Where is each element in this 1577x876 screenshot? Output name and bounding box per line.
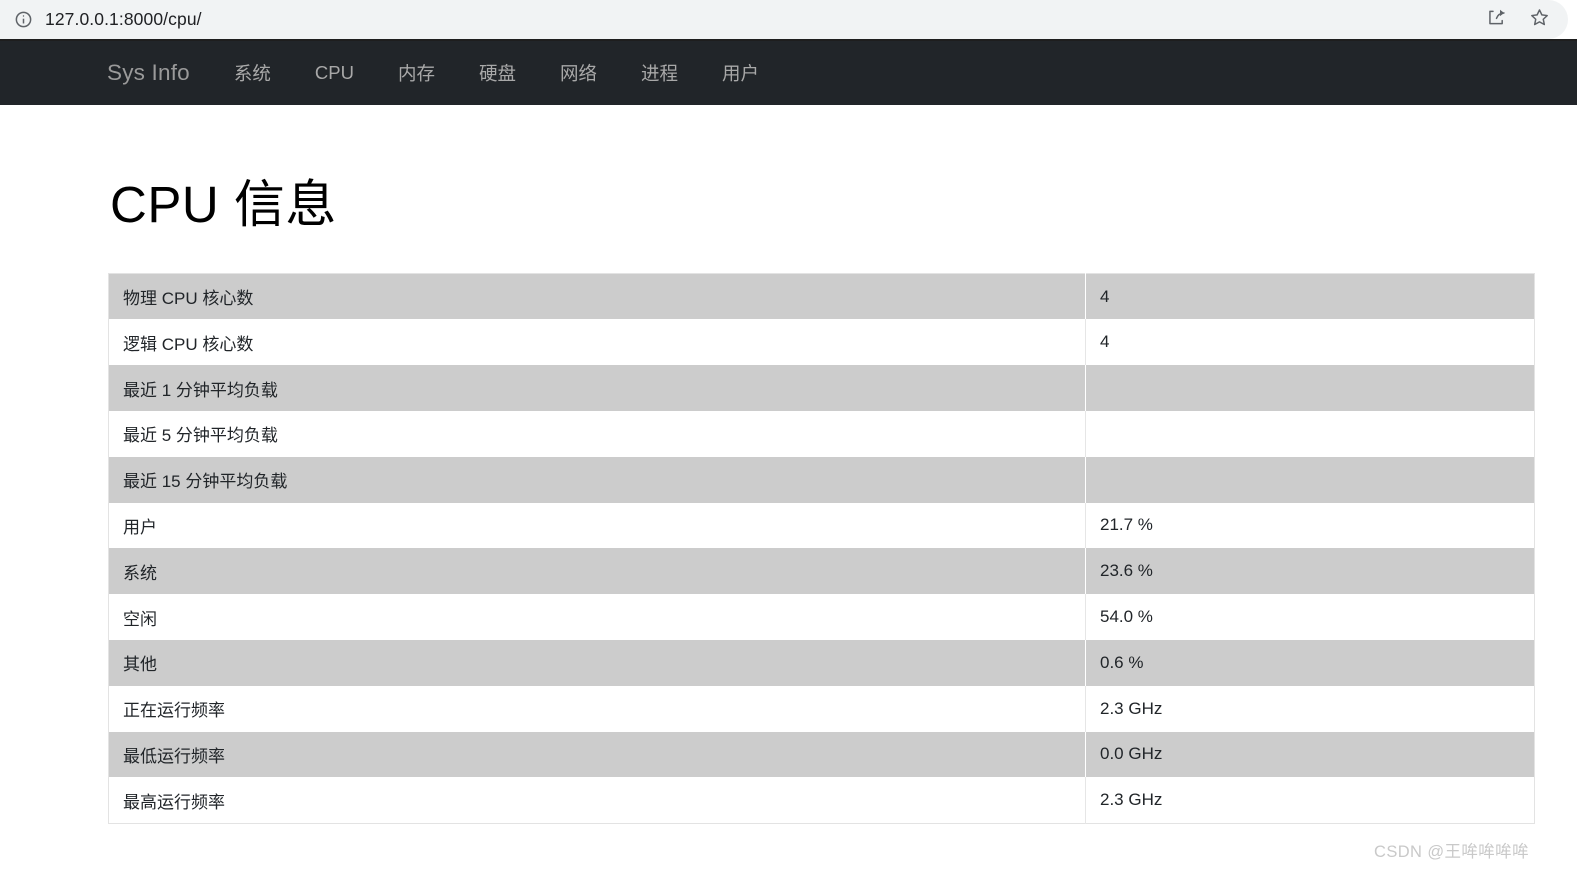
table-cell-label: 最近 1 分钟平均负载 xyxy=(108,365,1086,411)
table-cell-label: 逻辑 CPU 核心数 xyxy=(108,319,1086,366)
table-cell-label: 正在运行频率 xyxy=(108,685,1086,732)
nav-item-disk[interactable]: 硬盘 xyxy=(479,60,516,86)
table-row: 系统 23.6 % xyxy=(108,548,1535,595)
table-row: 最低运行频率 0.0 GHz xyxy=(108,731,1535,778)
table-row: 正在运行频率 2.3 GHz xyxy=(108,685,1535,732)
nav-item-user[interactable]: 用户 xyxy=(722,60,759,86)
table-cell-label: 最近 15 分钟平均负载 xyxy=(108,456,1086,503)
nav-item-network[interactable]: 网络 xyxy=(560,60,597,86)
share-icon[interactable] xyxy=(1486,7,1507,33)
table-cell-label: 用户 xyxy=(108,502,1086,549)
table-row: 用户 21.7 % xyxy=(108,502,1535,549)
table-cell-label: 空闲 xyxy=(108,594,1086,640)
table-cell-label: 系统 xyxy=(108,548,1086,595)
table-row: 逻辑 CPU 核心数 4 xyxy=(108,319,1535,366)
table-row: 其他 0.6 % xyxy=(108,639,1535,686)
table-cell-value: 2.3 GHz xyxy=(1085,685,1535,732)
cpu-info-table-body: 物理 CPU 核心数 4 逻辑 CPU 核心数 4 最近 1 分钟平均负载 最近 5 分钟… xyxy=(108,273,1535,824)
browser-toolbar: 127.0.0.1:8000/cpu/ xyxy=(0,0,1577,41)
page-content: CPU 信息 物理 CPU 核心数 4 逻辑 CPU 核心数 4 最近 1 分钟平均负载… xyxy=(0,105,1577,875)
table-cell-value: 0.0 GHz xyxy=(1085,731,1535,778)
table-row: 最高运行频率 2.3 GHz xyxy=(108,777,1535,824)
table-row: 空闲 54.0 % xyxy=(108,594,1535,640)
table-cell-value: 4 xyxy=(1085,273,1535,320)
star-outline-icon[interactable] xyxy=(1529,7,1550,33)
nav-item-memory[interactable]: 内存 xyxy=(398,60,435,86)
nav-item-system[interactable]: 系统 xyxy=(234,60,271,86)
omnibox-actions xyxy=(1486,0,1550,39)
table-cell-value xyxy=(1085,410,1535,457)
table-row: 最近 15 分钟平均负载 xyxy=(108,456,1535,503)
url-text: 127.0.0.1:8000/cpu/ xyxy=(45,9,202,29)
table-row: 最近 5 分钟平均负载 xyxy=(108,410,1535,457)
table-cell-value xyxy=(1085,456,1535,503)
table-cell-label: 最低运行频率 xyxy=(108,731,1086,778)
site-navbar: Sys Info 系统 CPU 内存 硬盘 网络 进程 用户 xyxy=(0,41,1577,105)
address-bar[interactable]: 127.0.0.1:8000/cpu/ xyxy=(0,0,1568,39)
info-circle-icon[interactable] xyxy=(14,10,33,29)
page-title: CPU 信息 xyxy=(110,176,337,233)
table-cell-label: 其他 xyxy=(108,639,1086,686)
table-cell-value: 2.3 GHz xyxy=(1085,777,1535,824)
table-cell-value: 4 xyxy=(1085,319,1535,366)
table-cell-value: 23.6 % xyxy=(1085,548,1535,595)
table-row: 最近 1 分钟平均负载 xyxy=(108,365,1535,411)
nav-item-process[interactable]: 进程 xyxy=(641,60,678,86)
table-cell-label: 最高运行频率 xyxy=(108,777,1086,824)
cpu-info-table: 物理 CPU 核心数 4 逻辑 CPU 核心数 4 最近 1 分钟平均负载 最近 5 分钟… xyxy=(108,273,1535,824)
table-cell-value: 21.7 % xyxy=(1085,502,1535,549)
nav-item-cpu[interactable]: CPU xyxy=(315,62,354,84)
csdn-watermark: CSDN @王哞哞哞哞 xyxy=(1374,843,1529,861)
table-cell-label: 物理 CPU 核心数 xyxy=(108,273,1086,320)
table-cell-label: 最近 5 分钟平均负载 xyxy=(108,410,1086,457)
table-cell-value xyxy=(1085,365,1535,411)
navbar-brand[interactable]: Sys Info xyxy=(107,60,190,86)
cpu-info-table-wrapper: 物理 CPU 核心数 4 逻辑 CPU 核心数 4 最近 1 分钟平均负载 最近 5 分钟… xyxy=(108,273,1535,824)
table-cell-value: 54.0 % xyxy=(1085,594,1535,640)
table-cell-value: 0.6 % xyxy=(1085,639,1535,686)
table-row: 物理 CPU 核心数 4 xyxy=(108,273,1535,320)
